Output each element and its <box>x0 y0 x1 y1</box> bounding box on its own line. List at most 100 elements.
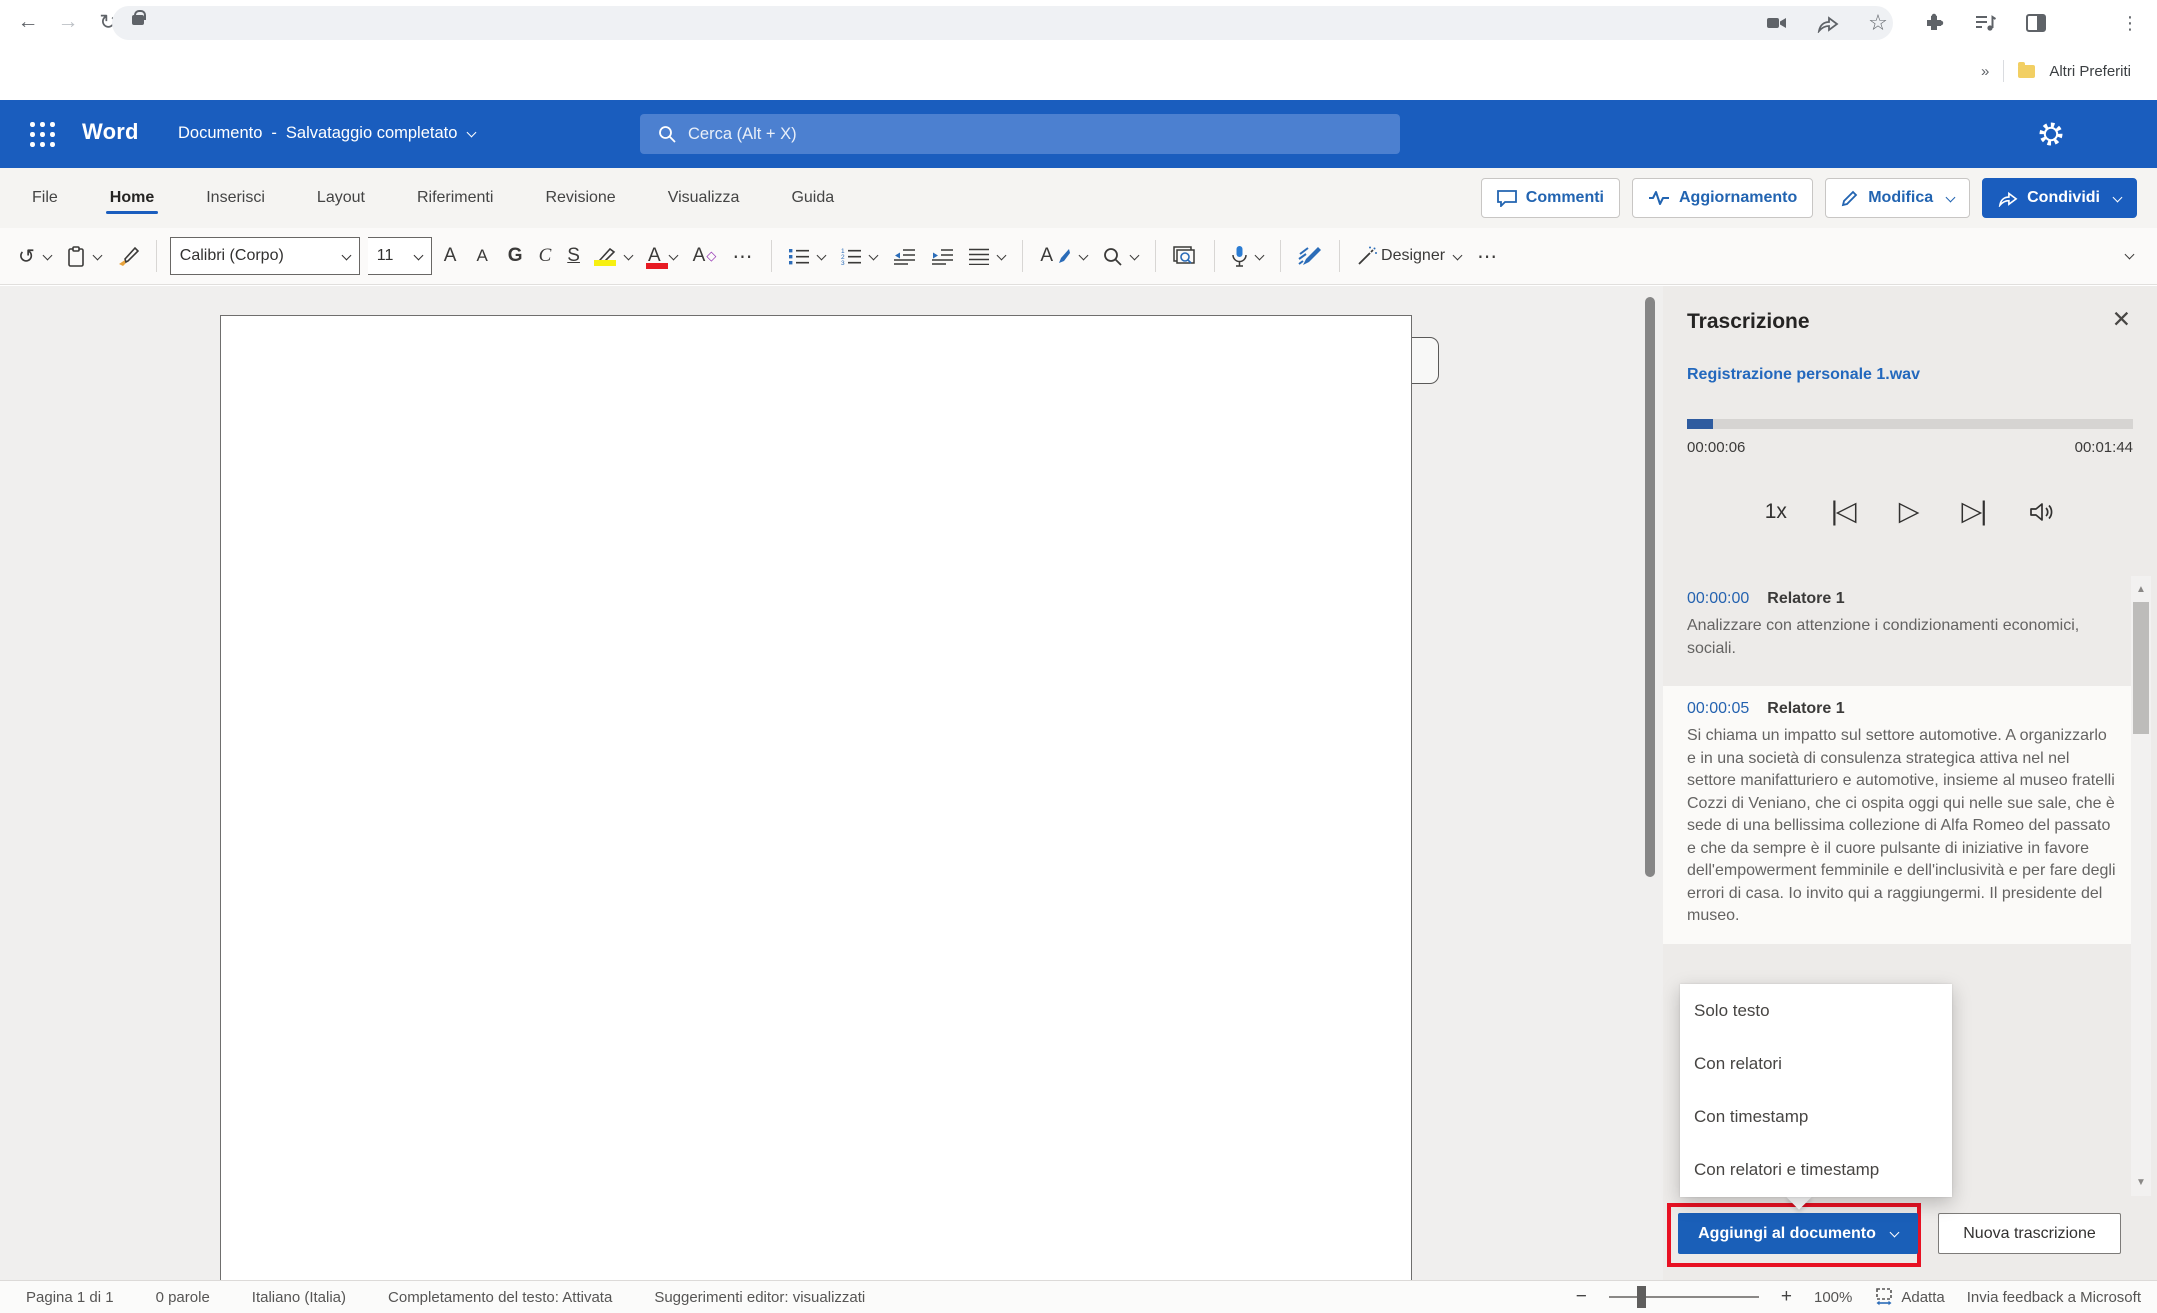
designer-button[interactable]: Designer <box>1353 236 1465 276</box>
elapsed-time: 00:00:06 <box>1687 439 1745 456</box>
updates-button[interactable]: Aggiornamento <box>1632 178 1813 218</box>
zoom-slider-thumb[interactable] <box>1637 1286 1646 1308</box>
extensions-puzzle-icon[interactable] <box>1922 11 1946 35</box>
address-bar[interactable] <box>112 6 1893 40</box>
document-name[interactable]: Documento <box>178 124 262 143</box>
transcript-entry-active[interactable]: 00:00:05 Relatore 1 Si chiama un impatto… <box>1663 686 2131 944</box>
clear-formatting-button[interactable]: A◇ <box>689 236 721 276</box>
tab-guida[interactable]: Guida <box>789 173 836 223</box>
share-button[interactable]: Condividi <box>1982 178 2137 218</box>
other-bookmarks-label[interactable]: Altri Preferiti <box>2049 63 2131 80</box>
more-font-options-button[interactable]: ⋯ <box>728 236 758 276</box>
styles-button[interactable]: A <box>1036 236 1091 276</box>
menu-item-con-relatori[interactable]: Con relatori <box>1680 1037 1952 1090</box>
document-title[interactable]: Documento - Salvataggio completato <box>178 124 475 143</box>
transcript-entry[interactable]: 00:00:00 Relatore 1 Analizzare con atten… <box>1687 590 2117 660</box>
playlist-icon[interactable] <box>1974 11 1998 35</box>
paste-button[interactable] <box>63 236 105 276</box>
menu-item-con-timestamp[interactable]: Con timestamp <box>1680 1090 1952 1143</box>
close-icon[interactable]: ✕ <box>2112 308 2131 331</box>
new-transcription-button[interactable]: Nuova trascrizione <box>1938 1213 2121 1254</box>
dictate-button[interactable] <box>1228 236 1267 276</box>
bookmarks-overflow-chevron[interactable]: » <box>1981 63 1989 80</box>
entry-timestamp[interactable]: 00:00:05 <box>1687 700 1749 718</box>
menu-item-con-relatori-e-timestamp[interactable]: Con relatori e timestamp <box>1680 1143 1952 1196</box>
numbering-button[interactable]: 123 <box>837 236 881 276</box>
page-margin-tab[interactable] <box>1412 337 1439 384</box>
decrease-indent-button[interactable] <box>889 236 919 276</box>
browser-menu-icon[interactable]: ⋮ <box>2118 11 2142 35</box>
document-page[interactable] <box>220 315 1412 1280</box>
numbered-list-icon: 123 <box>841 247 861 265</box>
editing-mode-button[interactable]: Modifica <box>1825 178 1970 218</box>
designer-wand-icon <box>1357 246 1377 266</box>
fit-width-button[interactable]: Adatta <box>1874 1288 1944 1306</box>
more-toolbar-options-button[interactable]: ⋯ <box>1473 236 1503 276</box>
comments-button[interactable]: Commenti <box>1481 178 1620 218</box>
language-status[interactable]: Italiano (Italia) <box>252 1289 346 1306</box>
font-color-button[interactable]: A <box>644 236 681 276</box>
bullets-button[interactable] <box>785 236 829 276</box>
increase-indent-button[interactable] <box>927 236 957 276</box>
tab-home[interactable]: Home <box>108 173 156 223</box>
zoom-in-button[interactable]: + <box>1781 1286 1792 1308</box>
share-icon[interactable] <box>1816 11 1840 35</box>
collapse-ribbon-button[interactable] <box>2121 247 2133 265</box>
editor-suggestions-status[interactable]: Suggerimenti editor: visualizzati <box>654 1289 865 1306</box>
italic-button[interactable]: C <box>535 236 556 276</box>
tab-revisione[interactable]: Revisione <box>543 173 617 223</box>
transcript-scrollbar[interactable]: ▲ ▼ <box>2131 576 2151 1196</box>
zoom-level[interactable]: 100% <box>1814 1289 1852 1306</box>
tab-riferimenti[interactable]: Riferimenti <box>415 173 495 223</box>
chevron-down-icon[interactable] <box>467 127 477 137</box>
format-painter-button[interactable] <box>113 236 143 276</box>
bold-button[interactable]: G <box>504 236 527 276</box>
search-input[interactable]: Cerca (Alt + X) <box>640 114 1400 154</box>
tab-visualizza[interactable]: Visualizza <box>666 173 742 223</box>
volume-icon[interactable] <box>2029 500 2055 524</box>
scroll-down-icon[interactable]: ▼ <box>2131 1177 2151 1188</box>
text-completion-status[interactable]: Completamento del testo: Attivata <box>388 1289 612 1306</box>
scroll-up-icon[interactable]: ▲ <box>2131 584 2151 595</box>
tab-inserisci[interactable]: Inserisci <box>204 173 267 223</box>
line-spacing-button[interactable] <box>965 236 1009 276</box>
skip-forward-icon[interactable]: ▷| <box>1961 496 1985 527</box>
browser-back-button[interactable]: ← <box>12 6 44 38</box>
bookmark-star-icon[interactable]: ☆ <box>1866 11 1890 35</box>
menu-item-solo-testo[interactable]: Solo testo <box>1680 984 1952 1037</box>
highlight-button[interactable] <box>592 236 636 276</box>
skip-back-icon[interactable]: |◁ <box>1831 496 1855 527</box>
editor-pen-icon <box>1298 246 1322 266</box>
tab-layout[interactable]: Layout <box>315 173 367 223</box>
page-count[interactable]: Pagina 1 di 1 <box>26 1289 114 1306</box>
entry-timestamp[interactable]: 00:00:00 <box>1687 590 1749 608</box>
immersive-reader-button[interactable] <box>1169 236 1201 276</box>
zoom-slider[interactable] <box>1609 1296 1759 1298</box>
font-name-select[interactable]: Calibri (Corpo) <box>170 237 360 275</box>
audio-progress-bar[interactable] <box>1687 419 2133 429</box>
scrollbar-thumb[interactable] <box>2133 602 2149 734</box>
feedback-link[interactable]: Invia feedback a Microsoft <box>1967 1289 2141 1306</box>
chevron-down-icon <box>413 250 423 260</box>
find-button[interactable] <box>1099 236 1142 276</box>
add-to-document-button[interactable]: Aggiungi al documento <box>1678 1213 1918 1254</box>
word-count[interactable]: 0 parole <box>156 1289 210 1306</box>
grow-font-button[interactable]: A <box>440 236 465 276</box>
editor-button[interactable] <box>1294 236 1326 276</box>
zoom-out-button[interactable]: − <box>1576 1286 1587 1308</box>
shrink-font-button[interactable]: A <box>472 236 495 276</box>
recording-file-link[interactable]: Registrazione personale 1.wav <box>1687 366 1920 384</box>
app-launcher-icon[interactable] <box>30 122 56 148</box>
undo-button[interactable]: ↺ <box>14 236 55 276</box>
settings-gear-icon[interactable] <box>2037 120 2065 148</box>
document-scrollbar[interactable] <box>1645 297 1655 877</box>
underline-button[interactable]: S <box>563 236 584 276</box>
playback-speed-button[interactable]: 1x <box>1765 500 1787 524</box>
browser-forward-button[interactable]: → <box>52 6 84 38</box>
font-size-select[interactable]: 11 <box>368 237 432 275</box>
app-name[interactable]: Word <box>82 119 139 145</box>
play-icon[interactable]: ▷ <box>1899 496 1918 527</box>
tab-file[interactable]: File <box>30 173 60 223</box>
side-panel-icon[interactable] <box>2024 11 2048 35</box>
camera-icon[interactable] <box>1765 11 1789 35</box>
